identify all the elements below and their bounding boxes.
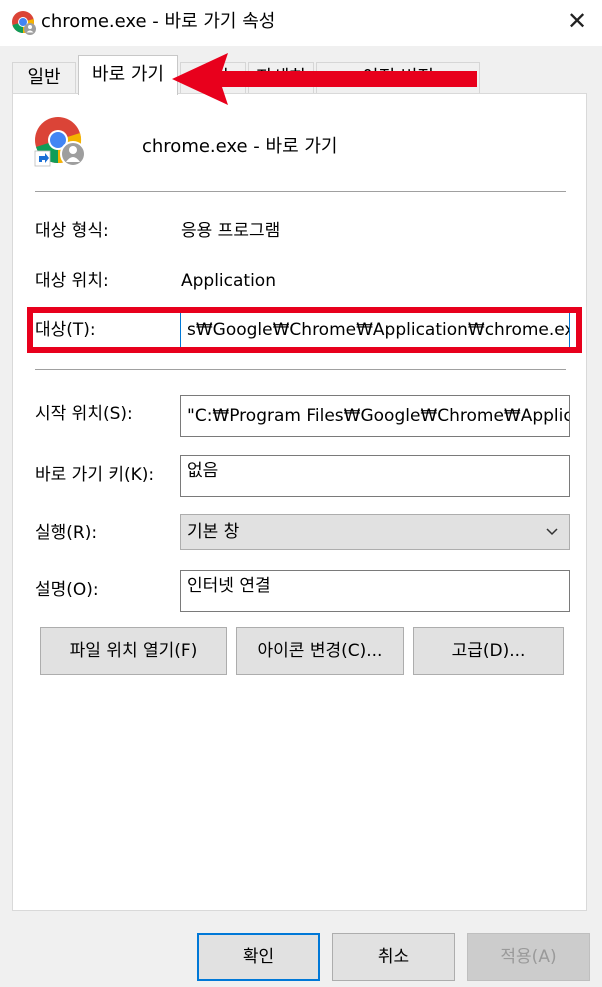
target-location-value: Application (181, 271, 276, 291)
cancel-button[interactable]: 취소 (332, 933, 455, 981)
chrome-icon (12, 11, 36, 35)
shortcut-panel (12, 93, 587, 911)
comment-label: 설명(O): (35, 580, 99, 600)
ok-button[interactable]: 확인 (197, 933, 320, 981)
tab-shortcut[interactable]: 바로 가기 (78, 55, 178, 95)
start-in-label: 시작 위치(S): (35, 404, 133, 424)
chrome-shortcut-icon (34, 117, 86, 167)
run-label: 실행(R): (35, 523, 98, 543)
annotation-highlight-box (27, 307, 582, 353)
title-bar: chrome.exe - 바로 가기 속성 ✕ (0, 0, 602, 46)
shortcut-key-input[interactable]: 없음 (180, 455, 570, 497)
open-file-location-button[interactable]: 파일 위치 열기(F) (40, 627, 227, 675)
target-location-label: 대상 위치: (35, 271, 109, 291)
annotation-arrow (172, 53, 477, 105)
close-icon[interactable]: ✕ (560, 4, 594, 38)
run-select-value: 기본 창 (187, 522, 240, 542)
run-select[interactable]: 기본 창 (180, 514, 570, 550)
window-title: chrome.exe - 바로 가기 속성 (41, 11, 276, 32)
comment-input[interactable]: 인터넷 연결 (180, 570, 570, 612)
target-type-value: 응용 프로그램 (181, 221, 281, 241)
shortcut-name: chrome.exe - 바로 가기 (142, 136, 338, 157)
start-in-input[interactable]: "C:₩Program Files₩Google₩Chrome₩Applicat… (180, 395, 570, 437)
change-icon-button[interactable]: 아이콘 변경(C)... (236, 627, 404, 675)
target-type-label: 대상 형식: (35, 221, 109, 241)
advanced-button[interactable]: 고급(D)... (413, 627, 564, 675)
chevron-down-icon (545, 515, 559, 562)
divider (35, 369, 566, 370)
divider (35, 191, 566, 192)
shortcut-key-label: 바로 가기 키(K): (35, 465, 155, 485)
apply-button[interactable]: 적용(A) (467, 933, 590, 981)
tab-general[interactable]: 일반 (12, 62, 76, 93)
